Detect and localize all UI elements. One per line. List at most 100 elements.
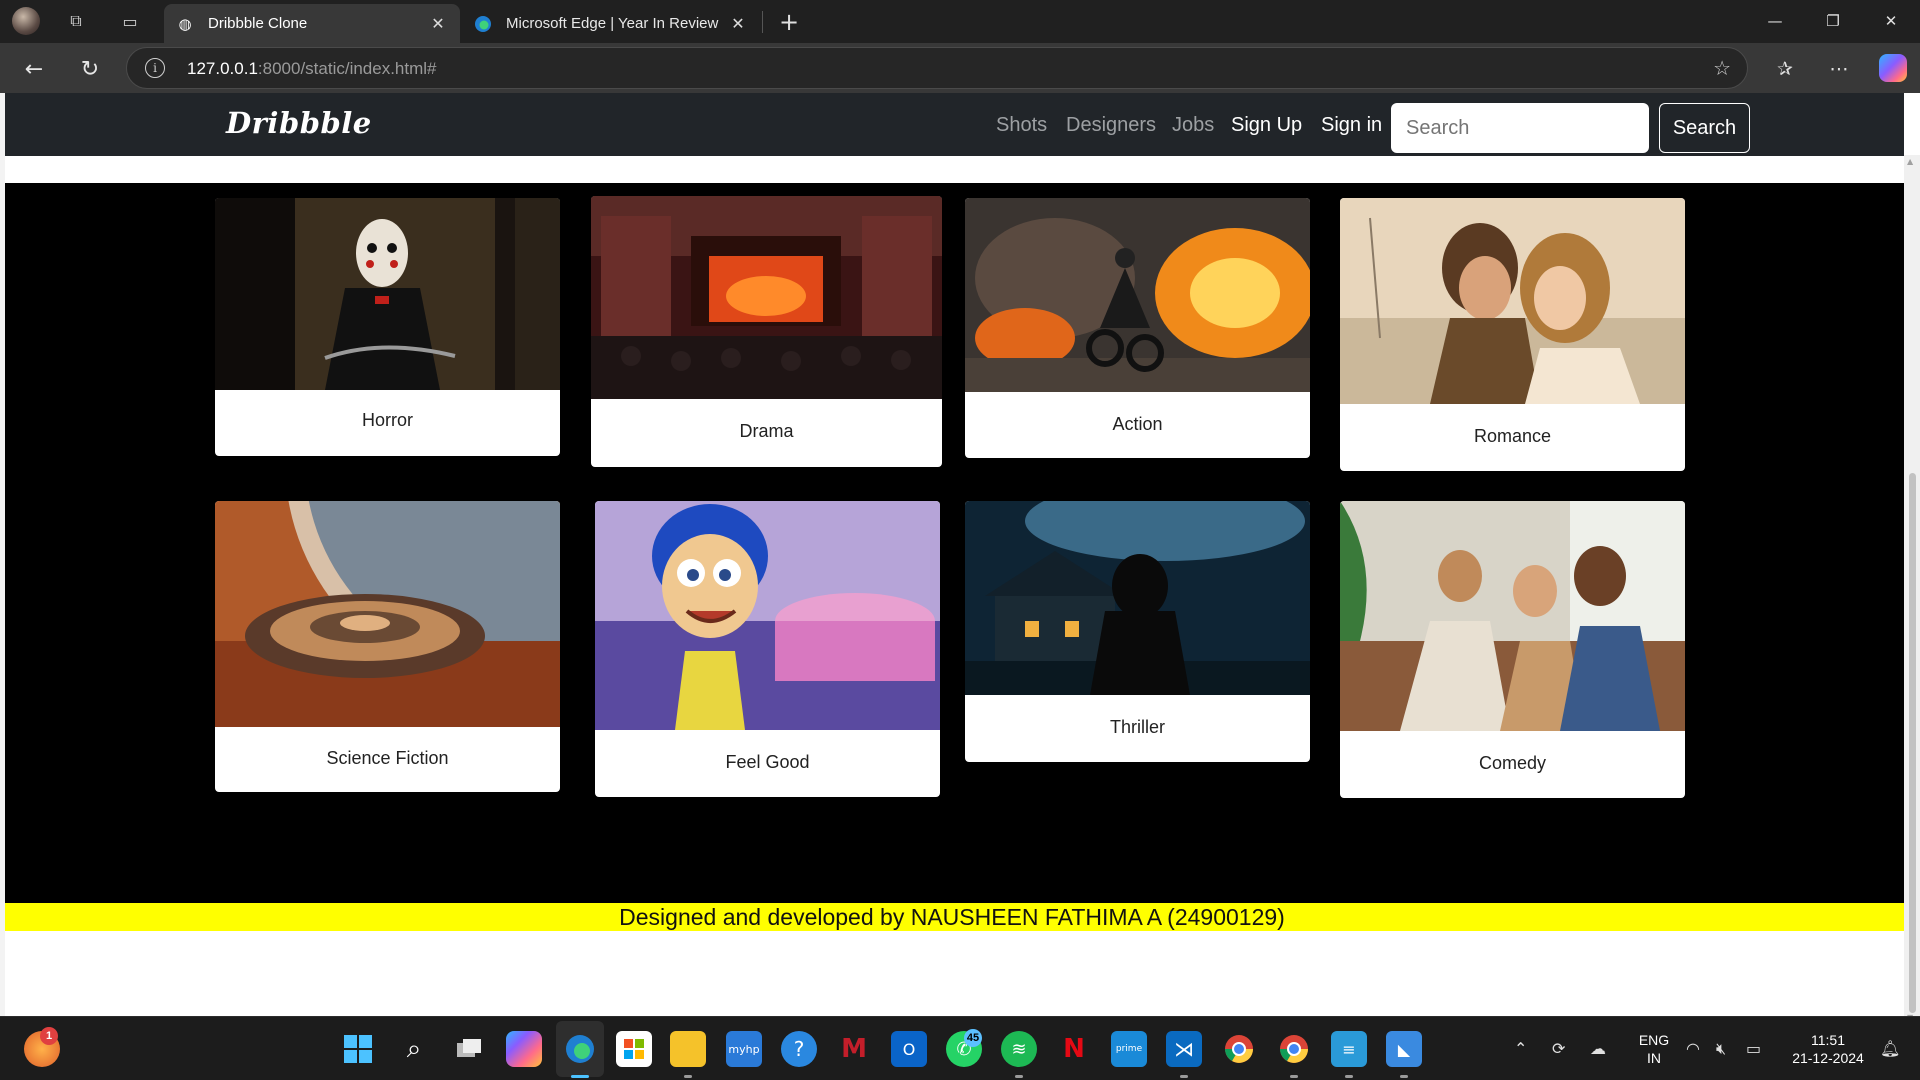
chrome-icon[interactable] xyxy=(1221,1031,1257,1067)
site-logo[interactable]: Dribbble xyxy=(226,106,372,140)
notifications-bell-icon[interactable]: 🔔︎ xyxy=(1880,1039,1900,1058)
search-icon[interactable]: ⌕ xyxy=(396,1031,432,1067)
edge-icon xyxy=(474,15,492,33)
onedrive-icon[interactable]: ☁ xyxy=(1590,1039,1606,1058)
running-indicator xyxy=(684,1075,692,1078)
volume-muted-icon[interactable]: 🔇︎ xyxy=(1716,1039,1726,1059)
address-toolbar: ← ↻ i 127.0.0.1:8000/static/index.html# … xyxy=(0,43,1920,93)
notepad-icon[interactable]: ≡ xyxy=(1331,1031,1367,1067)
genre-card-romance[interactable]: Romance xyxy=(1340,198,1685,471)
restore-icon[interactable]: ❐ xyxy=(1810,6,1856,36)
genre-card-science-fiction[interactable]: Science Fiction xyxy=(215,501,560,792)
genre-card-horror[interactable]: Horror xyxy=(215,198,560,456)
tab-divider xyxy=(762,11,763,33)
scroll-up-icon[interactable]: ▲ xyxy=(1907,157,1913,166)
prime-video-icon[interactable]: prime xyxy=(1111,1031,1147,1067)
site-info-icon[interactable]: i xyxy=(145,58,165,78)
language-indicator[interactable]: ENG IN xyxy=(1634,1031,1674,1067)
genre-card-drama[interactable]: Drama xyxy=(591,196,942,467)
more-options-icon[interactable]: ⋯ xyxy=(1824,54,1854,84)
search-input[interactable] xyxy=(1391,103,1649,153)
running-indicator xyxy=(1400,1075,1408,1078)
favorites-icon[interactable]: ✰ xyxy=(1770,54,1800,84)
browser-title-bar: ⧉ ▭ ◍ Dribbble Clone ✕ Microsoft Edge | … xyxy=(0,0,1920,43)
tab-year-in-review[interactable]: Microsoft Edge | Year In Review ✕ xyxy=(462,4,760,43)
back-icon[interactable]: ← xyxy=(18,53,50,85)
running-indicator xyxy=(1290,1075,1298,1078)
thriller-image xyxy=(965,501,1310,695)
outlook-icon[interactable]: O xyxy=(891,1031,927,1067)
address-bar[interactable]: i 127.0.0.1:8000/static/index.html# ☆ xyxy=(126,47,1748,89)
nav-jobs[interactable]: Jobs xyxy=(1172,114,1214,137)
profile-avatar[interactable] xyxy=(12,7,40,35)
page-viewport: Dribbble Shots Designers Jobs Sign Up Si… xyxy=(5,93,1920,1016)
tab-dribbble-clone[interactable]: ◍ Dribbble Clone ✕ xyxy=(164,4,460,43)
genre-card-comedy[interactable]: Comedy xyxy=(1340,501,1685,798)
battery-icon[interactable]: ▭ xyxy=(1746,1039,1761,1058)
genre-label: Romance xyxy=(1473,426,1552,446)
page-scrollbar[interactable]: ▲ ▼ xyxy=(1904,155,1920,1016)
vertical-tabs-icon[interactable]: ▭ xyxy=(118,9,142,33)
nav-sign-up[interactable]: Sign Up xyxy=(1231,114,1302,137)
new-tab-icon[interactable]: + xyxy=(775,8,803,36)
genre-label: Action xyxy=(1112,414,1163,434)
store-icon[interactable] xyxy=(616,1031,652,1067)
wifi-icon[interactable]: ◠ xyxy=(1686,1039,1700,1058)
url-text[interactable]: 127.0.0.1:8000/static/index.html# xyxy=(187,59,437,79)
start-icon[interactable] xyxy=(340,1031,376,1067)
spotify-icon[interactable]: ≋ xyxy=(1001,1031,1037,1067)
genre-label: Comedy xyxy=(1478,753,1547,773)
drama-image xyxy=(591,196,942,399)
copilot-app-icon[interactable] xyxy=(506,1031,542,1067)
show-hidden-icons-icon[interactable]: ⌃ xyxy=(1514,1039,1527,1058)
refresh-icon[interactable]: ↻ xyxy=(74,53,106,85)
whatsapp-badge: 45 xyxy=(964,1029,982,1047)
active-indicator xyxy=(571,1075,589,1078)
mcafee-icon[interactable]: M xyxy=(836,1031,872,1067)
file-explorer-icon[interactable] xyxy=(670,1031,706,1067)
close-tab-icon[interactable]: ✕ xyxy=(428,14,448,33)
netflix-icon[interactable]: N xyxy=(1056,1031,1092,1067)
nav-shots[interactable]: Shots xyxy=(996,114,1047,137)
genre-label: Science Fiction xyxy=(326,748,449,768)
genre-gallery: Horror Drama Action Romance Science Fict… xyxy=(5,183,1904,903)
running-indicator xyxy=(1345,1075,1353,1078)
myhp-icon[interactable]: myhp xyxy=(726,1031,762,1067)
clock[interactable]: 11:51 21-12-2024 xyxy=(1780,1031,1876,1067)
nav-sign-in[interactable]: Sign in xyxy=(1321,114,1382,137)
close-tab-icon[interactable]: ✕ xyxy=(728,14,748,33)
windows-taskbar: 1 ⌕ myhp ? M O ✆ 45 ≋ N prime ⋊ ≡ ◣ ⌃ ⟳ … xyxy=(0,1016,1920,1080)
copilot-icon[interactable] xyxy=(1879,54,1907,82)
page-footer: Designed and developed by NAUSHEEN FATHI… xyxy=(5,903,1904,931)
genre-card-thriller[interactable]: Thriller xyxy=(965,501,1310,762)
help-icon[interactable]: ? xyxy=(781,1031,817,1067)
scroll-thumb[interactable] xyxy=(1909,473,1916,1013)
science-fiction-image xyxy=(215,501,560,727)
notification-badge: 1 xyxy=(40,1027,58,1045)
genre-label: Feel Good xyxy=(725,752,810,772)
close-window-icon[interactable]: ✕ xyxy=(1868,6,1914,36)
action-image xyxy=(965,198,1310,392)
genre-card-action[interactable]: Action xyxy=(965,198,1310,458)
comedy-image xyxy=(1340,501,1685,731)
running-indicator xyxy=(1180,1075,1188,1078)
genre-card-feel-good[interactable]: Feel Good xyxy=(595,501,940,797)
vscode-icon[interactable]: ⋊ xyxy=(1166,1031,1202,1067)
task-view-icon[interactable] xyxy=(451,1031,487,1067)
site-navbar: Dribbble Shots Designers Jobs Sign Up Si… xyxy=(5,93,1904,156)
favorite-star-icon[interactable]: ☆ xyxy=(1713,56,1731,80)
horror-image xyxy=(215,198,560,390)
genre-label: Thriller xyxy=(1109,717,1165,737)
search-button[interactable]: Search xyxy=(1659,103,1750,153)
romance-image xyxy=(1340,198,1685,404)
minimize-icon[interactable]: — xyxy=(1752,6,1798,36)
sync-icon[interactable]: ⟳ xyxy=(1552,1039,1565,1058)
chrome-profile-icon[interactable] xyxy=(1276,1031,1312,1067)
feel-good-image xyxy=(595,501,940,730)
nav-designers[interactable]: Designers xyxy=(1066,114,1156,137)
tab-label: Microsoft Edge | Year In Review xyxy=(506,15,719,32)
running-indicator xyxy=(1015,1075,1023,1078)
workspaces-icon[interactable]: ⧉ xyxy=(64,9,88,33)
edge-app-icon[interactable] xyxy=(562,1031,598,1067)
photos-icon[interactable]: ◣ xyxy=(1386,1031,1422,1067)
